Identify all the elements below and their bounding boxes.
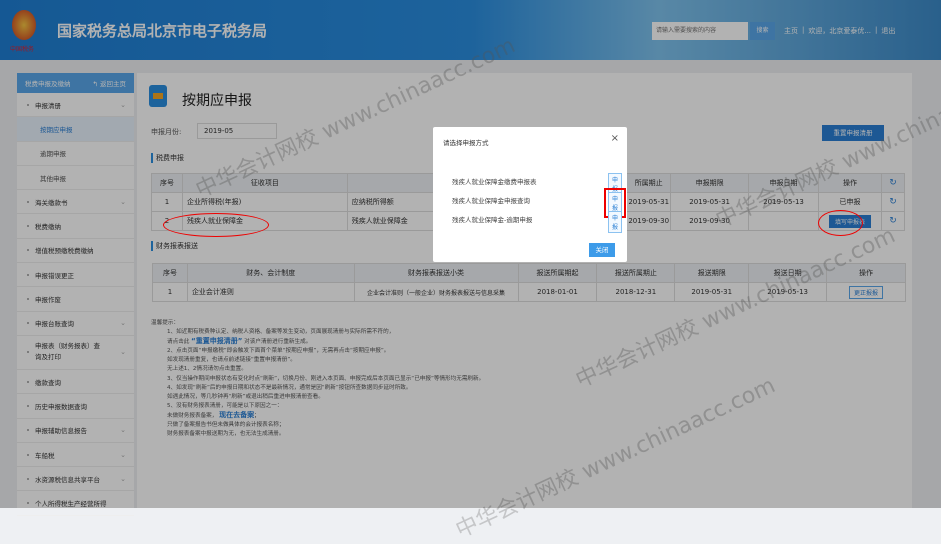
option-row: 残疾人就业保障金缴费申报表 申报 bbox=[452, 173, 623, 195]
option-row: 残疾人就业保障金-逾期申报 申报 bbox=[452, 211, 623, 233]
close-button[interactable]: 关闭 bbox=[589, 243, 615, 257]
close-icon[interactable]: × bbox=[611, 133, 619, 144]
dialog-title: 请选择申报方式 bbox=[443, 139, 489, 147]
option-label: 残疾人就业保障金-逾期申报 bbox=[452, 216, 533, 224]
annotation-circle bbox=[163, 213, 269, 237]
option-label: 残疾人就业保障金缴费申报表 bbox=[452, 178, 537, 186]
option-row: 残疾人就业保障金申报查询 申报 bbox=[452, 188, 627, 218]
annotation-circle bbox=[818, 210, 863, 236]
declare-button[interactable]: 申报 bbox=[608, 211, 623, 233]
option-label: 残疾人就业保障金申报查询 bbox=[452, 197, 530, 205]
select-declaration-dialog: 请选择申报方式 × 残疾人就业保障金缴费申报表 申报 残疾人就业保障金申报查询 申报… bbox=[433, 127, 627, 262]
